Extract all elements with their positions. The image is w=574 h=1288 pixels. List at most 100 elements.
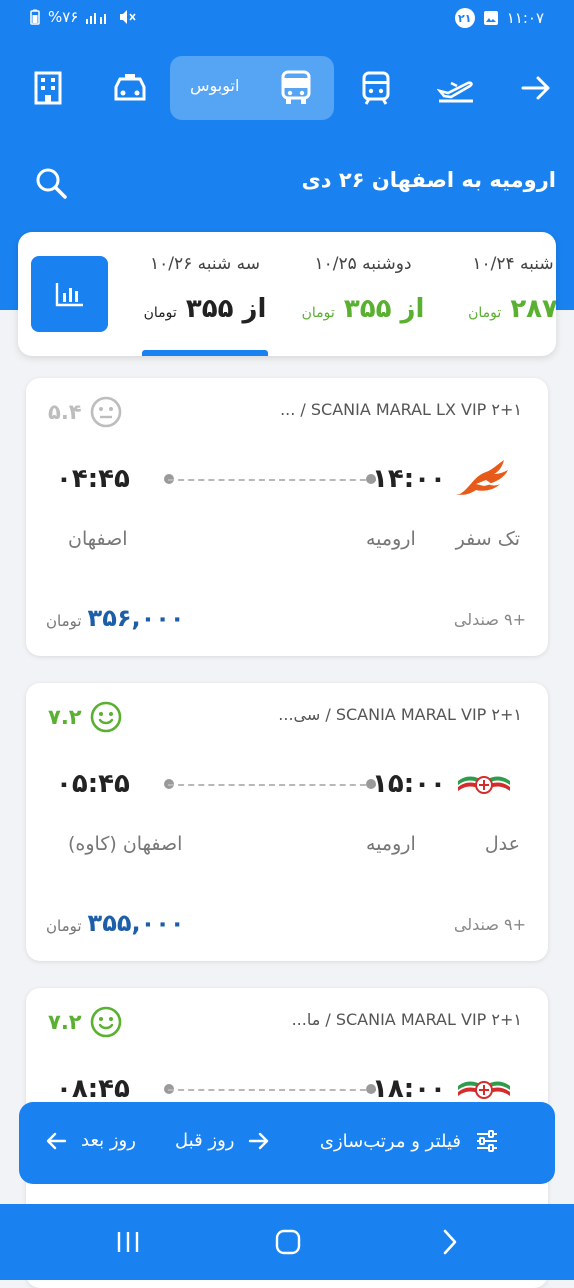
clock: ۱۱:۰۷	[506, 9, 544, 27]
prev-day-label: روز قبل	[175, 1130, 235, 1151]
departure-time: ۱۸:۰۰	[372, 1074, 446, 1104]
company-name: تک سفر	[455, 528, 520, 550]
arrow-right-icon	[249, 1132, 269, 1149]
smile-face-icon	[90, 1006, 121, 1038]
battery-icon	[30, 9, 40, 25]
date-price-unit: تومان	[301, 305, 335, 321]
filter-sort-label: فیلتر و مرتب‌سازی	[319, 1130, 461, 1152]
next-day-label: روز بعد	[81, 1130, 136, 1151]
date-option[interactable]: دوشنبه ۱۰/۲۵ از ۳۵۵ تومان	[294, 232, 432, 356]
date-label: شنبه ۱۰/۲۴	[472, 254, 554, 274]
neutral-face-icon	[90, 396, 121, 428]
seats-available: +۹ صندلی	[453, 610, 526, 629]
trip-price: ۳۵۶,۰۰۰ تومان	[46, 604, 185, 632]
company-logo	[456, 454, 512, 502]
bus-type: SCANIA MARAL VIP ۲+۱ / سی...	[278, 705, 522, 724]
date-price: از ۳۵۵ تومان	[136, 294, 274, 324]
departure-time: ۱۴:۰۰	[372, 464, 446, 494]
trip-price: ۳۵۵,۰۰۰ تومان	[46, 909, 185, 937]
signal-icon	[86, 13, 107, 24]
route-bar: ارومیه به اصفهان ۲۶ دی	[0, 150, 574, 220]
trip-price-unit: تومان	[46, 917, 82, 935]
bottom-action-bar: روز بعد روز قبل فیلتر و مرتب‌سازی	[19, 1102, 555, 1184]
trip-price-value: ۳۵۶,۰۰۰	[87, 604, 185, 632]
date-label: دوشنبه ۱۰/۲۵	[314, 254, 412, 274]
arrival-time: ۰۴:۴۵	[56, 464, 130, 494]
bus-type: SCANIA MARAL VIP ۲+۱ / ما...	[291, 1010, 522, 1029]
tab-taxi[interactable]	[98, 56, 162, 120]
date-option[interactable]: شنبه ۱۰/۲۴ ۲۸۷ تومان	[454, 232, 556, 356]
trip-price-unit: تومان	[46, 612, 82, 630]
notification-badge: ۲۱	[454, 8, 475, 28]
rating-value: ۵.۴	[48, 400, 82, 424]
bus-icon	[280, 70, 312, 110]
search-icon	[36, 168, 67, 199]
trip-timeline: ۰۸:۴۵ ۱۸:۰۰	[50, 1074, 524, 1104]
trip-card[interactable]: SCANIA MARAL VIP ۲+۱ / سی... ۷.۲ ۰۵:۴۵ ۱…	[26, 683, 548, 961]
status-right: ۲۱ ۱۱:۰۷	[454, 8, 544, 28]
recent-apps-button[interactable]	[108, 1224, 148, 1260]
recent-apps-icon	[117, 1232, 139, 1252]
building-icon	[34, 71, 62, 105]
back-button[interactable]	[504, 56, 568, 120]
timeline-line	[168, 1089, 376, 1091]
car-icon	[114, 74, 146, 101]
company-logo	[456, 759, 512, 807]
back-nav-button[interactable]	[430, 1224, 470, 1260]
status-bar: %۷۶ ۲۱ ۱۱:۰۷	[0, 0, 574, 38]
rating-value: ۷.۲	[48, 1010, 82, 1034]
transport-mode-tabs: اتوبوس	[0, 50, 574, 126]
date-price-prefix: از	[400, 294, 425, 324]
trip-timeline: ۰۵:۴۵ ۱۵:۰۰	[50, 769, 524, 799]
home-icon	[275, 1229, 301, 1255]
destination-city: اصفهان	[68, 528, 128, 550]
rating: ۵.۴	[48, 396, 122, 428]
search-button[interactable]	[34, 166, 70, 202]
rating: ۷.۲	[48, 1006, 122, 1038]
chevron-right-icon	[443, 1229, 457, 1255]
date-price-value: ۲۸۷	[510, 294, 556, 324]
arrival-time: ۰۵:۴۵	[56, 769, 130, 799]
date-price-value: ۳۵۵	[343, 294, 392, 324]
date-price-unit: تومان	[143, 305, 177, 321]
origin-city: ارومیه	[366, 528, 416, 550]
next-day-button[interactable]: روز بعد	[45, 1130, 136, 1151]
train-icon	[362, 71, 390, 105]
mute-icon	[120, 10, 136, 24]
destination-city: اصفهان (کاوه)	[68, 833, 183, 855]
trip-timeline: ۰۴:۴۵ ۱۴:۰۰	[50, 464, 524, 494]
home-button[interactable]	[268, 1224, 308, 1260]
date-label: سه شنبه ۱۰/۲۶	[149, 254, 261, 274]
date-price: ۲۸۷ تومان	[454, 294, 556, 324]
route-title: ارومیه به اصفهان ۲۶ دی	[301, 168, 556, 192]
filter-sort-button[interactable]: فیلتر و مرتب‌سازی	[320, 1130, 499, 1152]
origin-city: ارومیه	[366, 833, 416, 855]
departure-time: ۱۵:۰۰	[372, 769, 446, 799]
tab-hotel[interactable]	[16, 56, 80, 120]
status-left: %۷۶	[30, 8, 136, 26]
timeline-line	[168, 784, 376, 786]
price-chart-button[interactable]	[31, 256, 108, 332]
date-price-unit: تومان	[468, 305, 502, 321]
date-price-value: ۳۵۵	[185, 294, 234, 324]
seats-available: +۹ صندلی	[453, 915, 526, 934]
date-selector: سه شنبه ۱۰/۲۶ از ۳۵۵ تومان دوشنبه ۱۰/۲۵ …	[18, 232, 556, 356]
tab-train[interactable]	[344, 56, 408, 120]
arrow-right-icon	[521, 76, 550, 100]
date-option-selected[interactable]: سه شنبه ۱۰/۲۶ از ۳۵۵ تومان	[136, 232, 274, 356]
gallery-icon	[483, 11, 498, 25]
arrival-time: ۰۸:۴۵	[56, 1074, 130, 1104]
arrow-left-icon	[46, 1132, 67, 1149]
prev-day-button[interactable]: روز قبل	[175, 1130, 270, 1151]
tab-bus-label: اتوبوس	[190, 76, 240, 95]
date-price: از ۳۵۵ تومان	[294, 294, 432, 324]
tab-bus[interactable]: اتوبوس	[170, 56, 334, 120]
tab-flight[interactable]	[424, 56, 488, 120]
company-name: عدل	[484, 833, 520, 855]
system-nav-bar	[0, 1204, 574, 1280]
plane-icon	[437, 81, 473, 103]
rating: ۷.۲	[48, 701, 122, 733]
trip-card[interactable]: SCANIA MARAL LX VIP ۲+۱ / ... ۵.۴ ۰۴:۴۵ …	[26, 378, 548, 656]
trip-price-value: ۳۵۵,۰۰۰	[87, 909, 185, 937]
date-price-prefix: از	[242, 294, 267, 324]
